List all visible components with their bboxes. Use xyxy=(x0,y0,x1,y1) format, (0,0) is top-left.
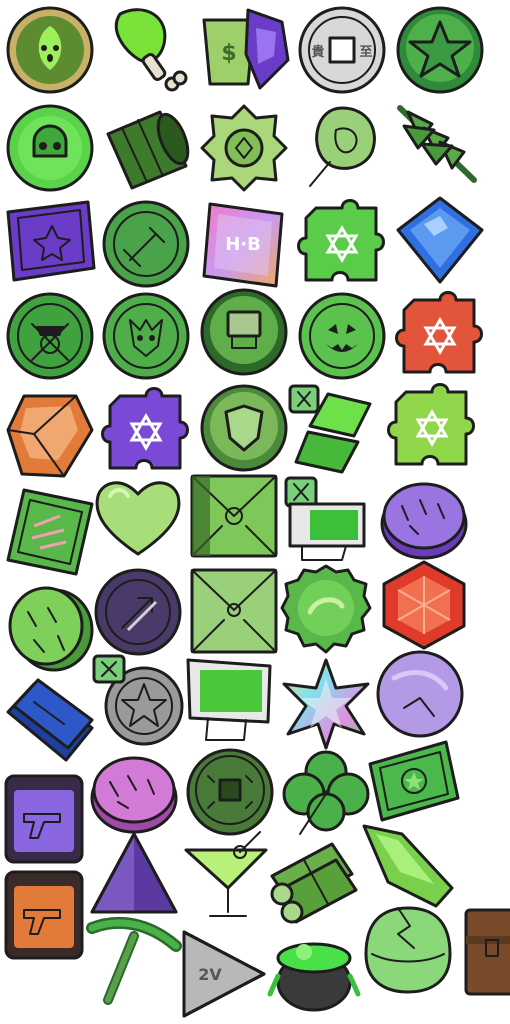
svg-text:至: 至 xyxy=(359,45,372,60)
green-barrel-icon[interactable] xyxy=(100,102,192,194)
green-pill-icon[interactable] xyxy=(4,582,96,674)
purple-arrow-coin-icon[interactable] xyxy=(92,566,184,658)
red-puzzle-piece-icon[interactable] xyxy=(394,290,486,382)
cracked-green-helmet-icon[interactable] xyxy=(362,904,454,996)
red-card-icon[interactable] xyxy=(4,486,96,578)
four-leaf-clover-icon[interactable] xyxy=(280,748,372,840)
svg-text:2V: 2V xyxy=(198,965,222,984)
svg-text:H·B: H·B xyxy=(225,234,261,255)
green-rose-icon[interactable] xyxy=(296,100,388,192)
turkey-leg-icon[interactable] xyxy=(100,2,192,94)
green-canister-icon[interactable] xyxy=(280,474,372,566)
purple-pill-icon[interactable] xyxy=(378,472,470,564)
green-envelope-icon[interactable] xyxy=(188,470,280,562)
dragon-coin-icon[interactable] xyxy=(100,290,192,382)
purple-prism-icon[interactable] xyxy=(88,830,180,922)
green-letter-icon[interactable] xyxy=(188,566,280,658)
pumpkin-coin-icon[interactable] xyxy=(296,290,388,382)
green-star-coin-icon[interactable] xyxy=(394,4,486,96)
green-badge-icon[interactable] xyxy=(198,102,290,194)
holo-card-icon[interactable]: H·B xyxy=(198,198,290,290)
glowing-orb-icon[interactable] xyxy=(4,4,96,96)
orange-gem-icon[interactable] xyxy=(4,390,96,482)
green-wrench-coin-icon[interactable] xyxy=(100,198,192,290)
wood-log-bundle-icon[interactable] xyxy=(268,836,360,928)
cash-gem-bucket-icon[interactable]: $ xyxy=(198,4,290,96)
purple-ticket-icon[interactable] xyxy=(4,198,96,290)
blue-gem-icon[interactable] xyxy=(394,194,486,286)
ancient-coin-icon[interactable] xyxy=(184,746,276,838)
martini-glass-icon[interactable] xyxy=(182,830,274,922)
svg-text:$: $ xyxy=(221,41,236,66)
green-crystal-icon[interactable] xyxy=(288,384,380,476)
green-monitor-icon[interactable] xyxy=(184,656,276,748)
green-puzzle-piece-icon[interactable] xyxy=(296,198,388,290)
green-pickaxe-icon[interactable] xyxy=(86,916,182,1010)
svg-text:貴: 貴 xyxy=(311,44,324,60)
blue-cash-stack-icon[interactable] xyxy=(4,676,96,768)
toxic-cauldron-icon[interactable] xyxy=(267,924,361,1016)
pink-pill-icon[interactable] xyxy=(88,746,180,838)
silver-prism-icon[interactable]: 2V xyxy=(180,928,272,1020)
green-banknote-icon[interactable] xyxy=(366,738,460,830)
purple-orb-icon[interactable] xyxy=(374,648,466,740)
purple-puzzle-piece-icon[interactable] xyxy=(100,386,192,478)
shield-coin-icon[interactable] xyxy=(198,382,290,474)
silver-star-coin-icon[interactable] xyxy=(92,654,184,746)
lime-puzzle-piece-icon[interactable] xyxy=(386,382,478,474)
herb-bundle-icon[interactable] xyxy=(394,100,486,192)
purple-gun-card-icon[interactable] xyxy=(4,772,96,864)
green-skull-coin-icon[interactable] xyxy=(4,102,96,194)
green-heart-icon[interactable] xyxy=(92,470,184,562)
wooden-chest-icon[interactable] xyxy=(446,906,510,998)
orange-gun-card-icon[interactable] xyxy=(4,868,96,960)
green-shard-icon[interactable] xyxy=(362,822,454,914)
bottle-cap-icon[interactable] xyxy=(280,562,372,654)
icon-sheet: $ 貴 至 H·B 2V xyxy=(0,0,510,1022)
silver-coin-icon[interactable]: 貴 至 xyxy=(296,4,388,96)
rainbow-star-icon[interactable] xyxy=(280,658,372,750)
green-token-coin-icon[interactable] xyxy=(198,286,290,378)
red-hexagon-gem-icon[interactable] xyxy=(378,558,470,650)
pirate-coin-icon[interactable] xyxy=(4,290,96,382)
